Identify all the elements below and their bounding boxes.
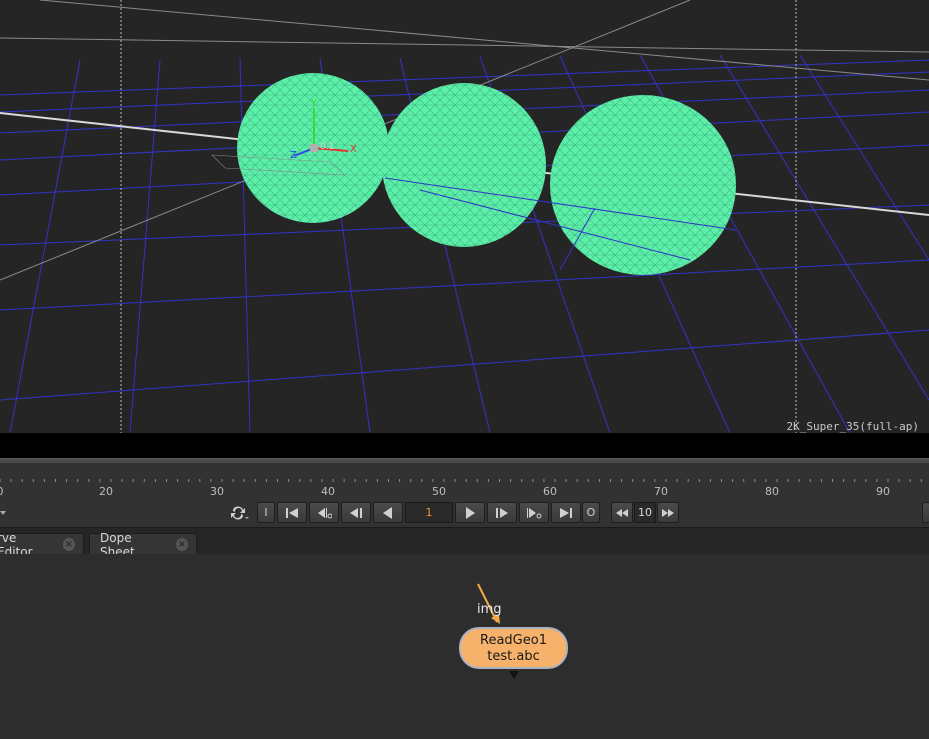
axis-z-label: Z (290, 150, 297, 161)
rewind-icon[interactable] (611, 502, 633, 523)
node-input-label: img (477, 602, 502, 617)
last-frame-icon[interactable] (551, 502, 581, 523)
viewer-footer (0, 433, 929, 458)
step-forward-icon[interactable] (487, 502, 517, 523)
tick-label: 40 (321, 485, 335, 498)
node-graph[interactable]: img ReadGeo1 test.abc (0, 554, 929, 739)
axis-y-label: Y (310, 98, 318, 109)
axis-x-label: X (350, 144, 357, 155)
in-point-button[interactable]: I (257, 502, 275, 523)
tick-label: 50 (432, 485, 446, 498)
next-key-icon[interactable] (519, 502, 549, 523)
chevron-down-icon[interactable] (0, 502, 6, 523)
tab-dope-sheet[interactable]: Dope Sheet × (89, 531, 197, 559)
viewer-3d[interactable]: Y X Z 0.1 2K_Super_35(full-ap) (0, 0, 929, 433)
current-frame-field[interactable]: 1 (405, 502, 453, 523)
tick-label: 90 (876, 485, 890, 498)
tick-label: 70 (654, 485, 668, 498)
tick-label: 80 (765, 485, 779, 498)
first-frame-icon[interactable] (277, 502, 307, 523)
transport-controls: I 1 O 10 (0, 501, 929, 527)
node-name: ReadGeo1 (480, 633, 547, 648)
panel-tab-bar: rve Editor × Dope Sheet × (0, 527, 929, 559)
out-point-button[interactable]: O (582, 502, 600, 523)
readgeo-node[interactable]: ReadGeo1 test.abc (459, 627, 568, 669)
viewer-canvas[interactable]: Y X Z 0.1 (0, 0, 929, 433)
tick-label: 0 (0, 485, 4, 498)
prev-key-icon[interactable] (309, 502, 339, 523)
tick-label: 60 (543, 485, 557, 498)
tick-label: 30 (210, 485, 224, 498)
panel-edge-button[interactable] (922, 502, 929, 523)
output-arrow-icon (509, 671, 519, 679)
timeline-ruler[interactable] (0, 463, 929, 501)
format-label: 2K_Super_35(full-ap) (786, 420, 919, 433)
play-forward-icon[interactable] (455, 502, 485, 523)
step-back-icon[interactable] (341, 502, 371, 523)
close-icon[interactable]: × (62, 538, 75, 551)
close-icon[interactable]: × (175, 538, 188, 551)
node-file: test.abc (487, 649, 540, 664)
tick-label: 20 (99, 485, 113, 498)
frame-increment-field[interactable]: 10 (634, 502, 656, 523)
axis-value-label: 0.1 (320, 142, 334, 152)
forward-icon[interactable] (657, 502, 679, 523)
tab-curve-editor[interactable]: rve Editor × (0, 531, 84, 559)
loop-icon[interactable] (228, 502, 252, 523)
timeline[interactable]: 0 20 30 40 50 60 70 80 90 I 1 (0, 463, 929, 527)
play-back-icon[interactable] (373, 502, 403, 523)
